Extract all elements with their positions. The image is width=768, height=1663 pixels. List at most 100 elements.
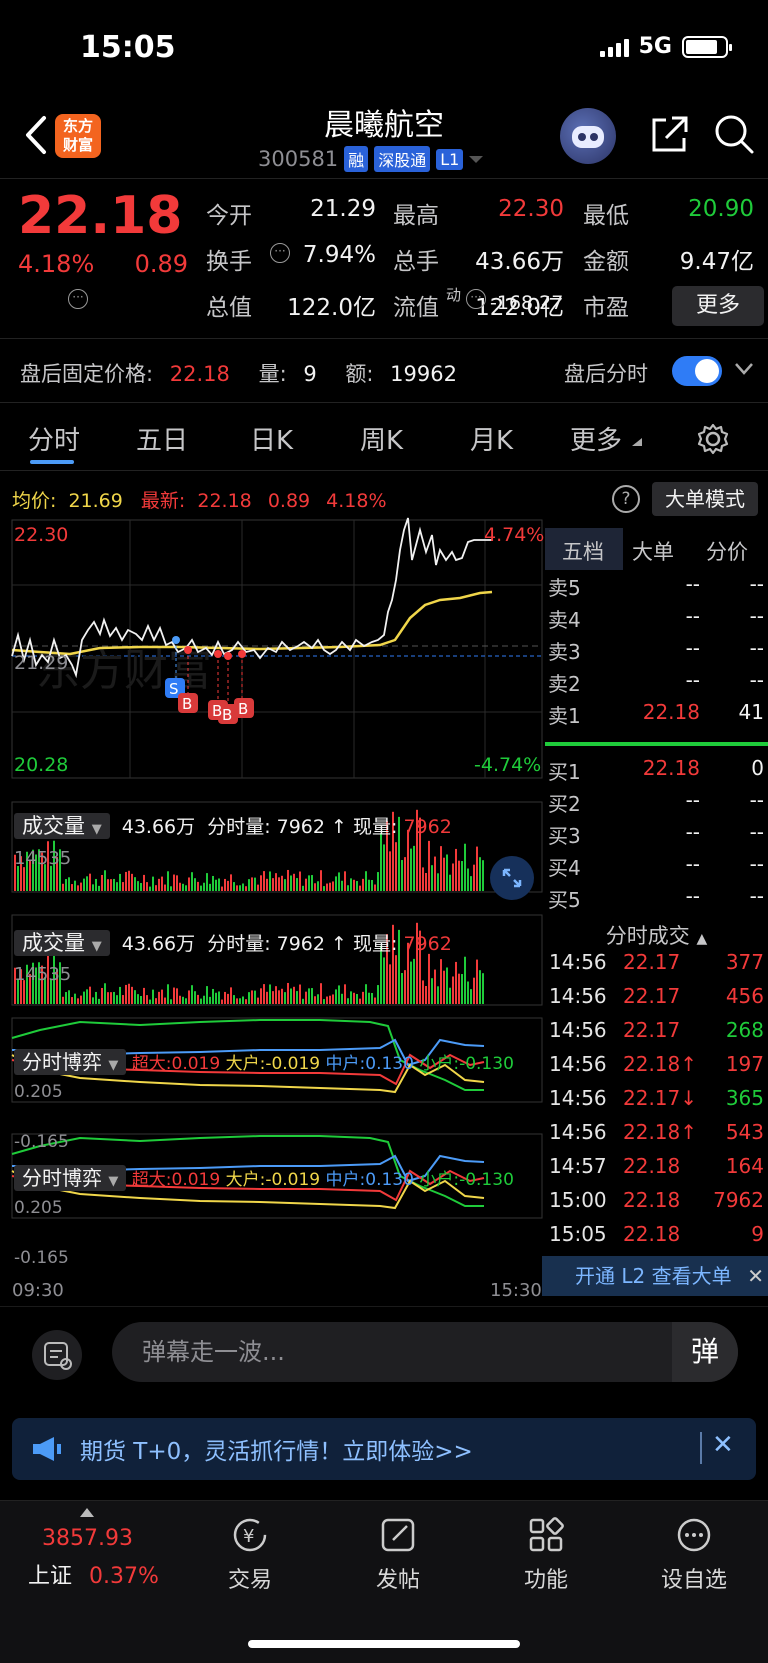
- more-button[interactable]: 更多: [672, 286, 764, 326]
- nav-post[interactable]: 发帖: [338, 1514, 458, 1594]
- volume-bar: [302, 885, 304, 891]
- quote-value: 21.29: [310, 196, 376, 222]
- danmu-list-icon[interactable]: [32, 1330, 82, 1380]
- volume-indicator-select-2[interactable]: 成交量 ▼: [14, 930, 110, 956]
- nav-trade[interactable]: ¥ 交易: [190, 1514, 310, 1594]
- bid-row[interactable]: 买5 -- --: [548, 884, 764, 916]
- promo-close-icon[interactable]: ✕: [712, 1430, 734, 1460]
- nav-watchlist-label: 设自选: [660, 1568, 727, 1593]
- marker-buy-4[interactable]: B: [238, 700, 248, 718]
- nav-functions[interactable]: 功能: [486, 1514, 606, 1594]
- volume-bar: [209, 883, 211, 891]
- marker-buy-3[interactable]: B: [222, 706, 232, 724]
- index-row[interactable]: 上证 0.37%: [28, 1558, 159, 1590]
- tab-more[interactable]: 更多: [570, 420, 622, 457]
- volume-bar: [176, 988, 178, 1004]
- tab-weekly-k[interactable]: 周K: [360, 420, 403, 457]
- search-icon[interactable]: [712, 112, 756, 156]
- volume-bar: [131, 873, 133, 891]
- tab-intraday[interactable]: 分时: [28, 420, 80, 457]
- tick-row: 14:57 22.18 164: [549, 1154, 764, 1188]
- level-label: 卖2: [548, 672, 581, 696]
- info-dots-icon[interactable]: ···: [68, 289, 88, 309]
- l2-upgrade-banner[interactable]: 开通 L2 查看大单 ✕: [542, 1256, 768, 1296]
- tick-time: 14:56: [549, 950, 607, 974]
- volume-bar: [311, 875, 313, 891]
- game-indicator-select-2[interactable]: 分时博弈 ▼: [14, 1165, 127, 1191]
- game-mid-label-2: 中户:: [325, 1170, 366, 1190]
- index-value[interactable]: 3857.93: [42, 1526, 133, 1551]
- big-order-mode-button[interactable]: 大单模式: [652, 482, 758, 516]
- marker-sell[interactable]: S: [169, 680, 179, 698]
- caret-icon: [632, 438, 642, 446]
- tick-price: 22.17↓: [623, 1086, 698, 1110]
- tick-price: 22.18: [623, 1188, 681, 1212]
- close-icon[interactable]: ✕: [747, 1256, 764, 1296]
- chevron-down-icon[interactable]: [734, 362, 754, 376]
- volume-indicator-select-1[interactable]: 成交量 ▼: [14, 813, 110, 839]
- volume-bar: [470, 989, 472, 1004]
- ask-row[interactable]: 卖2 -- --: [548, 668, 764, 700]
- tab-daily-k[interactable]: 日K: [250, 420, 293, 457]
- expand-icon[interactable]: [490, 856, 534, 900]
- volume-bar: [443, 857, 445, 891]
- ask-row[interactable]: 卖1 22.18 41: [548, 700, 764, 732]
- volume-bar: [242, 883, 244, 891]
- promo-text[interactable]: 期货 T+0，灵活抓行情！立即体验>>: [80, 1432, 473, 1466]
- info-dots-icon[interactable]: ···: [270, 243, 290, 263]
- bid-row[interactable]: 买2 -- --: [548, 788, 764, 820]
- volume-bar: [212, 988, 214, 1004]
- volume-bar: [401, 860, 403, 891]
- ask-row[interactable]: 卖5 -- --: [548, 572, 764, 604]
- after-hours-toggle[interactable]: [672, 356, 722, 386]
- level-price: --: [685, 668, 700, 692]
- volume-bar: [296, 878, 298, 891]
- marker-buy-2[interactable]: B: [212, 702, 222, 720]
- ticks-title[interactable]: 分时成交 ▲: [545, 920, 768, 950]
- volume-bar: [320, 983, 322, 1004]
- info-dots-icon[interactable]: ···: [466, 289, 486, 309]
- signal-icon: [599, 37, 629, 57]
- quote-label: 换手: [206, 249, 252, 275]
- bid-row[interactable]: 买3 -- --: [548, 820, 764, 852]
- tab-big-orders[interactable]: 大单: [632, 536, 674, 566]
- bid-row[interactable]: 买4 -- --: [548, 852, 764, 884]
- level-volume: --: [749, 668, 764, 692]
- danmu-toggle-button[interactable]: 弹: [672, 1322, 738, 1382]
- game-super-value-1: 0.019: [171, 1054, 221, 1074]
- stock-subtitle[interactable]: 300581 融 深股通 L1: [258, 146, 484, 172]
- volume-tick-label-1: 分时量: 7962 ↑ 现量:: [207, 816, 398, 838]
- bid-row[interactable]: 买1 22.18 0: [548, 756, 764, 788]
- volume-bar: [389, 851, 391, 891]
- quote-label: 总手: [393, 249, 439, 275]
- tab-price-dist[interactable]: 分价: [706, 536, 748, 566]
- danmu-input[interactable]: 弹幕走一波...: [112, 1322, 738, 1382]
- nav-watchlist[interactable]: 设自选: [634, 1514, 754, 1594]
- tab-monthly-k[interactable]: 月K: [470, 420, 513, 457]
- ai-robot-icon[interactable]: [560, 108, 616, 164]
- volume-bar: [290, 875, 292, 891]
- after-hours-price: 22.18: [169, 362, 230, 386]
- game-min-1: -0.165: [14, 1132, 69, 1152]
- game-indicator-select-1[interactable]: 分时博弈 ▼: [14, 1049, 127, 1075]
- ask-row[interactable]: 卖3 -- --: [548, 636, 764, 668]
- volume-bar: [137, 881, 139, 891]
- quote-label: 流值: [393, 295, 439, 321]
- ask-row[interactable]: 卖4 -- --: [548, 604, 764, 636]
- volume-bar: [278, 990, 280, 1004]
- share-icon[interactable]: [648, 112, 692, 156]
- volume-bar: [437, 986, 439, 1004]
- level-price: --: [685, 820, 700, 844]
- volume-bar: [266, 878, 268, 891]
- volume-bar: [104, 983, 106, 1004]
- volume-bar: [377, 985, 379, 1004]
- volume-bar: [272, 878, 274, 891]
- volume-bar: [104, 870, 106, 891]
- volume-bar: [251, 877, 253, 891]
- help-icon[interactable]: ?: [612, 485, 640, 513]
- tick-time: 15:00: [549, 1188, 607, 1212]
- tab-five-day[interactable]: 五日: [136, 420, 188, 457]
- tab-five-levels[interactable]: 五档: [562, 536, 604, 566]
- marker-buy-1[interactable]: B: [182, 695, 192, 713]
- gear-icon[interactable]: [696, 422, 730, 456]
